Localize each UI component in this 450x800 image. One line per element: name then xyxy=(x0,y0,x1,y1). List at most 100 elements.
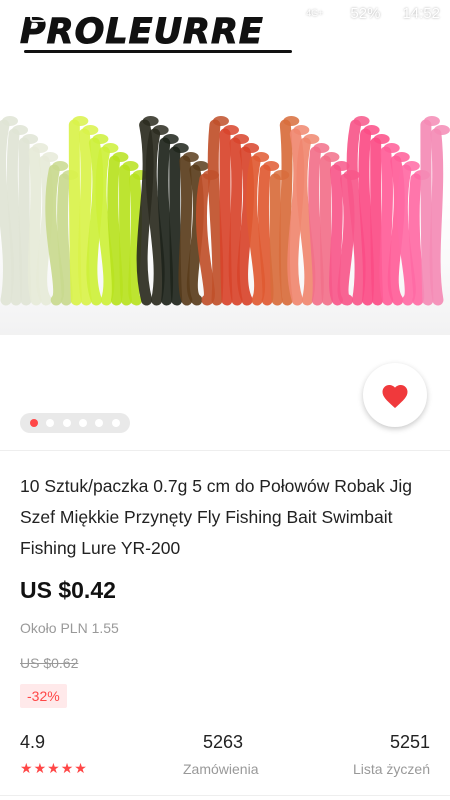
lure-tail xyxy=(182,152,199,162)
carousel-dot[interactable] xyxy=(30,419,39,427)
divider xyxy=(0,795,450,796)
add-to-wishlist-button[interactable] xyxy=(363,363,427,427)
lure-tail xyxy=(423,116,440,126)
lure-worm xyxy=(308,146,324,306)
lure-worm xyxy=(27,146,42,306)
lure-tail xyxy=(303,134,320,144)
rating-stars[interactable]: ★ ★ ★ ★ ★ xyxy=(20,760,87,777)
search-button[interactable] xyxy=(221,48,257,84)
original-price: US $0.62 xyxy=(20,655,79,671)
wishlist-label: Lista życzeń xyxy=(352,761,430,777)
lure-tail xyxy=(92,134,109,144)
star-icon: ★ xyxy=(47,760,60,776)
lure-tail xyxy=(433,125,450,135)
signal-icon xyxy=(329,7,345,20)
battery-icon xyxy=(386,6,397,21)
carousel-dot[interactable] xyxy=(111,419,120,427)
action-bar xyxy=(0,44,450,88)
lure-worm xyxy=(379,146,394,306)
lure-tail xyxy=(82,125,99,135)
lure-tail xyxy=(12,125,29,135)
lure-worm xyxy=(408,173,425,306)
lure-tail xyxy=(32,143,49,153)
lure-tail xyxy=(373,134,390,144)
more-options-button[interactable] xyxy=(401,48,437,84)
messenger-icon xyxy=(8,6,24,22)
carousel-dot[interactable] xyxy=(79,419,88,427)
status-bar: 4G+ 52% 14:52 xyxy=(0,0,450,32)
star-icon: ★ xyxy=(74,760,87,776)
approx-local-price: Około PLN 1.55 xyxy=(20,620,119,636)
lure-tail xyxy=(393,152,410,162)
lure-tail xyxy=(313,143,330,153)
lure-tail xyxy=(172,143,189,153)
product-title: 10 Sztuk/paczka 0.7g 5 cm do Połowów Rob… xyxy=(20,476,413,558)
lure-worm xyxy=(228,137,243,306)
lure-tail xyxy=(102,143,119,153)
divider xyxy=(0,450,450,451)
clock: 14:52 xyxy=(402,5,440,22)
more-vert-icon xyxy=(417,57,421,75)
product-price: US $0.42 xyxy=(20,577,116,603)
lure-tail xyxy=(72,116,89,126)
carousel-indicator[interactable] xyxy=(20,413,130,433)
wishlist-count: 5251 xyxy=(389,732,430,752)
lure-tail xyxy=(2,116,18,126)
lure-worm xyxy=(128,173,143,306)
lure-worm xyxy=(429,128,444,306)
lure-tail xyxy=(383,143,400,153)
orders-count: 5263 xyxy=(203,732,244,752)
lure-tail xyxy=(52,161,69,171)
product-stats: 4.9 ★ ★ ★ ★ ★ 5263 Zamówienia 5251 Lista życ… xyxy=(20,732,430,782)
lure-tail xyxy=(243,143,260,153)
lure-worm xyxy=(207,119,224,306)
lure-worm xyxy=(107,155,123,306)
lure-tail xyxy=(233,134,250,144)
star-icon: ★ xyxy=(33,760,47,776)
lure-tail xyxy=(42,152,59,162)
lure-worm xyxy=(78,128,92,306)
lure-worm xyxy=(219,128,233,306)
gallery-icon xyxy=(30,6,46,22)
lure-tail xyxy=(223,125,239,135)
lure-worm xyxy=(420,119,434,306)
lure-tail xyxy=(293,125,310,135)
lure-worm xyxy=(370,137,384,306)
search-icon xyxy=(229,56,249,76)
lure-worm xyxy=(358,128,374,306)
lure-tail xyxy=(112,152,129,162)
lure-tail xyxy=(353,116,370,126)
cart-icon xyxy=(287,55,309,77)
lure-worm xyxy=(178,155,193,306)
lure-worm xyxy=(6,128,23,306)
lure-worm xyxy=(258,164,274,306)
back-arrow-icon xyxy=(26,58,42,74)
lure-tail xyxy=(263,161,280,171)
carousel-dot[interactable] xyxy=(95,419,104,427)
lure-worm xyxy=(157,137,174,306)
cart-button[interactable] xyxy=(281,48,317,84)
lure-worm xyxy=(319,155,333,306)
lure-tail xyxy=(212,116,229,126)
share-icon xyxy=(350,56,368,76)
star-icon: ★ xyxy=(60,760,74,776)
share-button[interactable] xyxy=(341,48,377,84)
lure-worm xyxy=(278,119,293,306)
lure-worm xyxy=(269,173,283,306)
carousel-dot[interactable] xyxy=(46,419,55,427)
carousel-dot[interactable] xyxy=(62,419,71,427)
network-type: 4G+ xyxy=(306,8,324,18)
rating-value: 4.9 xyxy=(20,732,46,752)
discount-badge: -32% xyxy=(20,684,67,708)
lure-tail xyxy=(192,161,209,171)
lure-tail xyxy=(403,161,420,171)
lure-tail xyxy=(152,125,169,135)
lure-tail xyxy=(162,134,179,144)
lure-tail xyxy=(22,134,39,144)
back-button[interactable] xyxy=(16,48,52,84)
product-image xyxy=(0,116,450,335)
lure-worm xyxy=(119,164,133,306)
lure-worm xyxy=(169,146,183,306)
lure-tail xyxy=(323,152,340,162)
lure-worm xyxy=(337,173,355,306)
